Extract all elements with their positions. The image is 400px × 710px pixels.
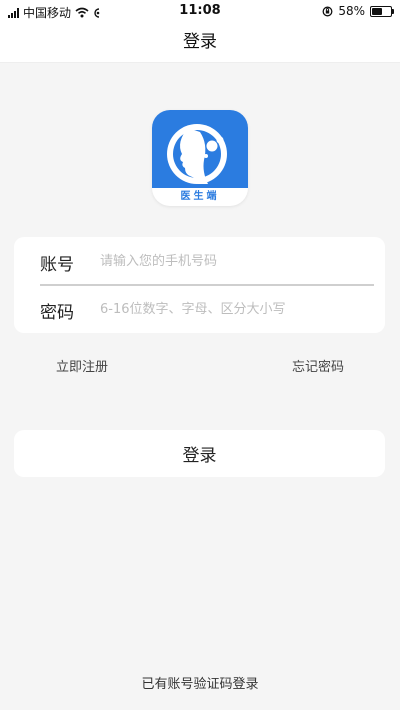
battery-tip	[392, 8, 394, 14]
status-right: 58%	[322, 4, 394, 18]
logo-label: 医生端	[180, 191, 220, 202]
account-input[interactable]	[100, 247, 362, 275]
battery-percent: 58%	[338, 4, 365, 18]
password-label: 密码	[40, 303, 74, 323]
register-link[interactable]: 立即注册	[56, 356, 108, 375]
login-button[interactable]: 登录	[14, 430, 385, 477]
login-form-card: 账号 密码	[14, 237, 385, 333]
sms-code-login-link[interactable]: 已有账号验证码登录	[0, 673, 400, 692]
battery-fill	[372, 7, 382, 15]
logo-background	[152, 110, 248, 188]
battery-icon	[370, 5, 394, 17]
nav-bar: 登录	[0, 22, 400, 63]
status-bar: 中国移动 11:08 58%	[0, 0, 400, 22]
forgot-password-link[interactable]: 忘记密码	[292, 356, 344, 375]
doctor-face-logo-icon	[167, 124, 227, 184]
account-row: 账号	[14, 237, 385, 285]
app-logo: 医生端	[152, 110, 248, 206]
account-label: 账号	[40, 255, 74, 275]
password-row: 密码	[14, 285, 385, 333]
password-input[interactable]	[100, 295, 362, 323]
orientation-lock-icon	[322, 6, 333, 16]
page-title: 登录	[183, 32, 217, 52]
